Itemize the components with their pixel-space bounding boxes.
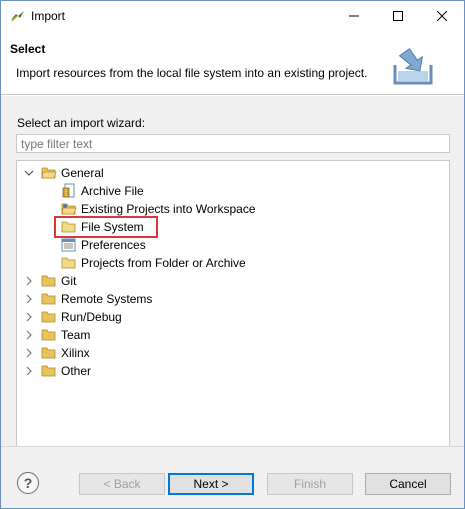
folder-icon	[61, 255, 77, 271]
chevron-right-icon[interactable]	[23, 275, 35, 287]
minimize-icon	[349, 15, 359, 17]
chevron-right-icon[interactable]	[23, 311, 35, 323]
filter-input[interactable]	[16, 134, 450, 153]
tree-item-label: File System	[81, 220, 144, 234]
tree-item-label: General	[61, 166, 104, 180]
tree-item-label: Preferences	[81, 238, 146, 252]
page-description: Import resources from the local file sys…	[16, 66, 368, 80]
tree-item-preferences[interactable]: Preferences	[61, 236, 146, 254]
folder-icon	[41, 309, 57, 325]
tree-item-label: Remote Systems	[61, 292, 153, 306]
finish-button[interactable]: Finish	[267, 473, 353, 495]
tree-item-archive-file[interactable]: Archive File	[61, 182, 144, 200]
tree-item-label: Git	[61, 274, 77, 288]
tree-item-label: Xilinx	[61, 346, 90, 360]
eclipse-import-icon	[11, 11, 24, 22]
close-button[interactable]	[420, 1, 464, 31]
tree-item-file-system[interactable]: File System	[61, 218, 144, 236]
minimize-button[interactable]	[332, 1, 376, 31]
maximize-button[interactable]	[376, 1, 420, 31]
wizard-tree: General Archive File Existing Projects i…	[16, 160, 450, 480]
tree-item-team[interactable]: Team	[23, 326, 90, 344]
tree-item-run-debug[interactable]: Run/Debug	[23, 308, 122, 326]
close-icon	[437, 11, 447, 21]
chevron-right-icon[interactable]	[23, 293, 35, 305]
folder-icon	[41, 345, 57, 361]
tree-item-remote-systems[interactable]: Remote Systems	[23, 290, 152, 308]
chevron-right-icon[interactable]	[23, 365, 35, 377]
tree-item-git[interactable]: Git	[23, 272, 76, 290]
chevron-right-icon[interactable]	[23, 329, 35, 341]
wizard-footer: ? < Back Next > Finish Cancel	[1, 446, 464, 508]
wizard-header: Select Import resources from the local f…	[1, 31, 464, 95]
maximize-icon	[393, 11, 403, 21]
import-dialog: Import Select Import resources from the …	[0, 0, 465, 509]
folder-icon	[41, 273, 57, 289]
help-icon[interactable]: ?	[17, 472, 39, 494]
tree-item-label: Team	[61, 328, 91, 342]
back-button[interactable]: < Back	[79, 473, 165, 495]
wizard-content: Select an import wizard: General Archive…	[1, 96, 464, 480]
preferences-icon	[61, 237, 77, 253]
folder-icon	[61, 219, 77, 235]
tree-item-label: Run/Debug	[61, 310, 122, 324]
title-bar: Import	[1, 1, 464, 31]
tree-item-xilinx[interactable]: Xilinx	[23, 344, 90, 362]
chevron-down-icon[interactable]	[23, 167, 35, 179]
projects-folder-icon	[61, 201, 77, 217]
tree-item-general[interactable]: General	[23, 164, 104, 182]
page-title: Select	[10, 42, 46, 56]
tree-item-label: Projects from Folder or Archive	[81, 256, 246, 270]
tree-item-label: Other	[61, 364, 92, 378]
import-wizard-banner-icon	[393, 48, 433, 85]
window-title: Import	[31, 9, 66, 23]
next-button[interactable]: Next >	[168, 473, 254, 495]
archive-file-icon	[61, 183, 77, 199]
folder-icon	[41, 327, 57, 343]
wizard-select-label: Select an import wizard:	[17, 116, 146, 130]
folder-icon	[41, 363, 57, 379]
tree-item-existing-projects[interactable]: Existing Projects into Workspace	[61, 200, 256, 218]
cancel-button[interactable]: Cancel	[365, 473, 451, 495]
tree-item-projects-from-folder[interactable]: Projects from Folder or Archive	[61, 254, 246, 272]
tree-item-other[interactable]: Other	[23, 362, 91, 380]
folder-open-icon	[41, 165, 57, 181]
folder-icon	[41, 291, 57, 307]
tree-item-label: Archive File	[81, 184, 144, 198]
chevron-right-icon[interactable]	[23, 347, 35, 359]
tree-item-label: Existing Projects into Workspace	[81, 202, 256, 216]
